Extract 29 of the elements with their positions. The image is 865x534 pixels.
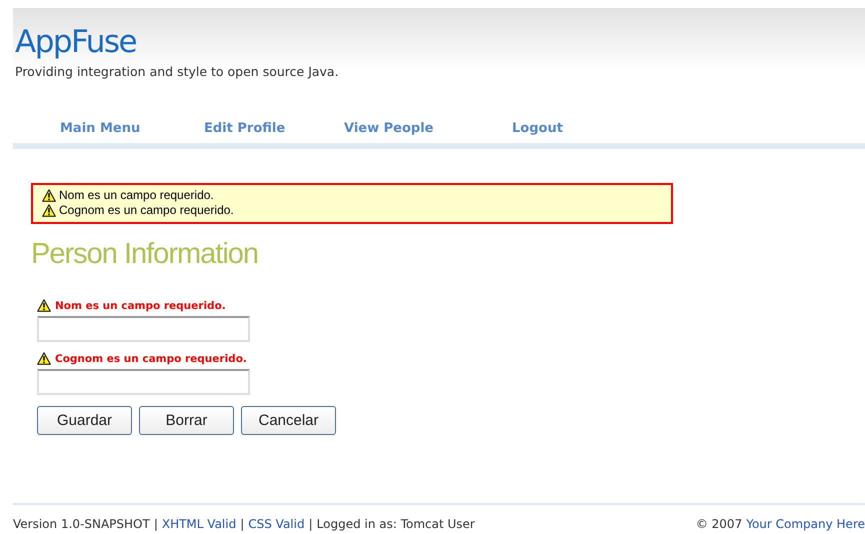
copyright-text: © 2007 <box>696 517 742 531</box>
version-text: Version 1.0-SNAPSHOT <box>13 517 150 531</box>
warning-icon <box>42 189 56 202</box>
input-field[interactable] <box>37 369 250 395</box>
field-error: Nom es un campo requerido. <box>55 300 226 312</box>
nav-link[interactable]: View People <box>344 120 512 136</box>
form-button[interactable]: Guardar <box>37 406 132 435</box>
separator: | <box>154 517 158 531</box>
warning-icon <box>37 352 51 365</box>
user-text: Logged in as: Tomcat User <box>316 517 475 531</box>
page-heading: Person Information <box>31 238 260 271</box>
error-message: Nom es un campo requerido. <box>59 188 214 203</box>
warning-icon <box>37 299 51 312</box>
warning-icon <box>42 204 56 217</box>
form-button[interactable]: Cancelar <box>241 406 336 435</box>
nav-link[interactable]: Logout <box>512 120 612 136</box>
logo: AppFuse <box>15 23 136 62</box>
company-link[interactable]: Your Company Here <box>746 517 865 531</box>
footer-link[interactable]: XHTML Valid <box>162 517 236 531</box>
form-button[interactable]: Borrar <box>139 406 234 435</box>
input-field[interactable] <box>37 316 250 342</box>
separator: | <box>308 517 313 531</box>
nav-link[interactable]: Main Menu <box>60 120 204 136</box>
nav-link[interactable]: Edit Profile <box>204 120 344 136</box>
error-message: Cognom es un campo requerido. <box>59 203 234 218</box>
footer-link[interactable]: CSS Valid <box>248 517 305 531</box>
tagline: Providing integration and style to open source Java. <box>15 64 339 79</box>
separator: | <box>240 517 244 531</box>
field-error: Cognom es un campo requerido. <box>55 352 247 364</box>
